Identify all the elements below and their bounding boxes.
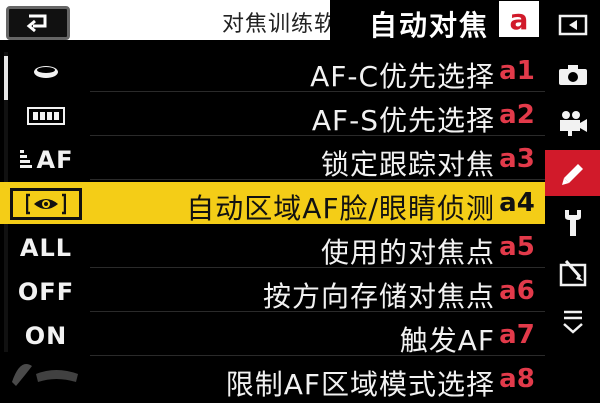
menu-item-label: 使用的对焦点 (320, 236, 495, 269)
tab-custom-settings[interactable] (545, 150, 600, 196)
menu-item-code: a7 (499, 320, 535, 350)
menu-item-code: a8 (499, 364, 535, 394)
row-divider (90, 91, 545, 92)
menu-item-a1[interactable]: AF-C优先选择 a1 (0, 50, 545, 93)
menu-item-value: ALL (10, 232, 82, 264)
shutter-release-priority-icon (34, 66, 58, 78)
tab-movie-shooting[interactable] (545, 100, 600, 146)
menu-item-label: 锁定跟踪对焦 (320, 148, 495, 181)
menu-item-label: 自动区域AF脸/眼睛侦测 (186, 192, 495, 225)
menu-item-value: OFF (10, 276, 82, 308)
playback-icon (558, 14, 587, 36)
menu-item-value-text: AF (36, 146, 74, 174)
movie-camera-icon (559, 111, 587, 136)
menu-item-value: AF (10, 144, 82, 176)
menu-item-code: a6 (499, 276, 535, 306)
menu-item-a6[interactable]: OFF 按方向存储对焦点 a6 (0, 270, 545, 313)
af-blocked-shot-icon (19, 150, 32, 168)
focus-priority-icon (27, 107, 65, 125)
menu-item-label: 触发AF (399, 324, 495, 357)
menu-item-value-text: OFF (17, 278, 75, 306)
tab-setup[interactable] (545, 200, 600, 246)
menu-section-code: a (499, 1, 539, 37)
row-divider (90, 179, 545, 180)
row-divider (90, 355, 545, 356)
menu-item-value: ON (10, 320, 82, 352)
menu-item-code: a2 (499, 100, 535, 130)
row-divider (90, 135, 545, 136)
wrench-icon (564, 210, 581, 236)
menu-item-value-text: ALL (19, 234, 73, 262)
menu-item-a2[interactable]: AF-S优先选择 a2 (0, 94, 545, 137)
menu-item-value (10, 100, 82, 132)
tab-my-menu[interactable] (545, 298, 600, 344)
menu-item-label: AF-S优先选择 (311, 104, 495, 137)
menu-tab-bar (545, 0, 600, 399)
row-divider (90, 311, 545, 312)
camera-icon (558, 65, 587, 85)
menu-header: 自动对焦 a (330, 0, 545, 42)
menu-item-code: a3 (499, 144, 535, 174)
back-button[interactable] (6, 6, 70, 40)
menu-item-value-text: ON (24, 322, 68, 350)
menu-item-code: a1 (499, 56, 535, 86)
tab-playback[interactable] (545, 2, 600, 48)
menu-title: 自动对焦 (368, 9, 489, 42)
pencil-icon (561, 164, 583, 185)
menu-item-a7[interactable]: ON 触发AF a7 (0, 314, 545, 357)
menu-item-label: 按方向存储对焦点 (262, 280, 495, 313)
menu-item-a5[interactable]: ALL 使用的对焦点 a5 (0, 226, 545, 269)
watermark-logo (6, 352, 86, 392)
retouch-icon (559, 260, 586, 287)
menu-item-value (10, 56, 82, 88)
menu-item-value (10, 188, 82, 220)
menu-item-label: AF-C优先选择 (310, 60, 495, 93)
return-arrow-icon (26, 14, 47, 33)
tab-photo-shooting[interactable] (545, 52, 600, 98)
face-eye-detection-icon (26, 193, 66, 215)
row-divider (90, 267, 545, 268)
menu-item-code: a4 (499, 188, 535, 218)
menu-item-label: 限制AF区域模式选择 (225, 368, 495, 401)
my-menu-icon (562, 310, 583, 334)
menu-item-a4[interactable]: 自动区域AF脸/眼睛侦测 a4 (0, 182, 545, 225)
menu-item-a3[interactable]: AF 锁定跟踪对焦 a3 (0, 138, 545, 181)
menu-item-code: a5 (499, 232, 535, 262)
tab-retouch[interactable] (545, 250, 600, 296)
